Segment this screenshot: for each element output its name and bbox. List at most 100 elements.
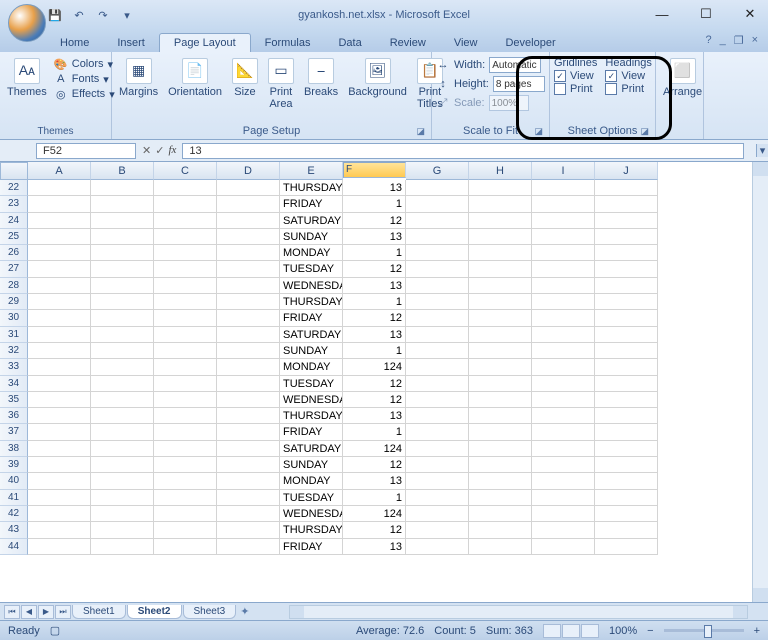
cell[interactable] (532, 424, 595, 440)
cell[interactable] (469, 294, 532, 310)
tab-data[interactable]: Data (324, 34, 375, 52)
cell[interactable] (217, 196, 280, 212)
cell[interactable]: 1 (343, 245, 406, 261)
cell[interactable] (406, 539, 469, 555)
cell[interactable]: THURSDAY (280, 408, 343, 424)
close-button[interactable]: ✕ (740, 4, 760, 24)
row-header[interactable]: 34 (0, 376, 28, 392)
page-layout-view-button[interactable] (562, 624, 580, 638)
cell[interactable] (154, 376, 217, 392)
cell[interactable] (91, 539, 154, 555)
cell[interactable] (406, 229, 469, 245)
tab-developer[interactable]: Developer (491, 34, 569, 52)
cell[interactable] (532, 359, 595, 375)
cell[interactable] (595, 539, 658, 555)
row-header[interactable]: 42 (0, 506, 28, 522)
cell[interactable] (469, 229, 532, 245)
cell[interactable] (217, 473, 280, 489)
cell[interactable]: 124 (343, 506, 406, 522)
cell[interactable] (91, 327, 154, 343)
cell[interactable] (406, 522, 469, 538)
cell[interactable] (28, 539, 91, 555)
row-header[interactable]: 39 (0, 457, 28, 473)
cell[interactable] (217, 490, 280, 506)
cell[interactable] (532, 294, 595, 310)
row-header[interactable]: 25 (0, 229, 28, 245)
cell[interactable] (595, 213, 658, 229)
row-header[interactable]: 26 (0, 245, 28, 261)
cell[interactable] (154, 213, 217, 229)
cell[interactable] (217, 343, 280, 359)
redo-icon[interactable]: ↷ (94, 6, 112, 24)
maximize-button[interactable]: ☐ (696, 4, 716, 24)
cell[interactable] (469, 261, 532, 277)
cell[interactable] (217, 229, 280, 245)
cell[interactable] (595, 441, 658, 457)
cell[interactable]: 12 (343, 392, 406, 408)
cell[interactable] (28, 229, 91, 245)
cell[interactable] (28, 343, 91, 359)
cell[interactable]: SUNDAY (280, 229, 343, 245)
cell[interactable]: 1 (343, 196, 406, 212)
row-header[interactable]: 40 (0, 473, 28, 489)
cell[interactable] (91, 278, 154, 294)
cell[interactable] (217, 441, 280, 457)
save-icon[interactable]: 💾 (46, 6, 64, 24)
cell[interactable] (469, 408, 532, 424)
cell[interactable] (469, 213, 532, 229)
cell[interactable]: 13 (343, 327, 406, 343)
cell[interactable] (595, 392, 658, 408)
zoom-level[interactable]: 100% (609, 625, 637, 637)
cell[interactable]: SUNDAY (280, 457, 343, 473)
cell[interactable]: 1 (343, 424, 406, 440)
cell[interactable] (91, 196, 154, 212)
cell[interactable] (154, 294, 217, 310)
cell[interactable] (406, 278, 469, 294)
cell[interactable] (28, 261, 91, 277)
row-header[interactable]: 28 (0, 278, 28, 294)
cell[interactable]: 12 (343, 213, 406, 229)
themes-button[interactable]: Aᴀ Themes (4, 56, 50, 100)
cell[interactable] (406, 180, 469, 196)
column-header-d[interactable]: D (217, 162, 280, 180)
cell[interactable] (91, 245, 154, 261)
cell[interactable] (406, 506, 469, 522)
cell[interactable]: 13 (343, 229, 406, 245)
cell[interactable] (532, 441, 595, 457)
cell[interactable] (91, 408, 154, 424)
cell[interactable]: MONDAY (280, 473, 343, 489)
office-button[interactable] (8, 4, 46, 42)
cell[interactable] (154, 261, 217, 277)
gridlines-print-checkbox[interactable] (554, 83, 566, 95)
cell[interactable] (469, 278, 532, 294)
cell[interactable] (217, 408, 280, 424)
cell[interactable] (469, 196, 532, 212)
cell[interactable] (532, 376, 595, 392)
cell[interactable] (28, 408, 91, 424)
scale-launcher-icon[interactable]: ◪ (534, 126, 543, 137)
cell[interactable] (91, 213, 154, 229)
cell[interactable] (532, 522, 595, 538)
cell[interactable]: MONDAY (280, 245, 343, 261)
cell[interactable] (532, 278, 595, 294)
cell[interactable] (406, 327, 469, 343)
cell[interactable]: SATURDAY (280, 213, 343, 229)
column-header-i[interactable]: I (532, 162, 595, 180)
cell[interactable]: 13 (343, 539, 406, 555)
doc-close-icon[interactable]: × (752, 34, 758, 47)
cell[interactable]: WEDNESDAY (280, 506, 343, 522)
cell[interactable] (532, 327, 595, 343)
cell[interactable]: MONDAY (280, 359, 343, 375)
cell[interactable] (217, 245, 280, 261)
column-header-c[interactable]: C (154, 162, 217, 180)
cell[interactable]: FRIDAY (280, 196, 343, 212)
cell[interactable] (91, 441, 154, 457)
cell[interactable] (28, 327, 91, 343)
cell[interactable] (406, 457, 469, 473)
cell[interactable] (595, 343, 658, 359)
fonts-button[interactable]: AFonts ▾ (54, 72, 115, 86)
zoom-in-button[interactable]: + (754, 625, 760, 637)
row-header[interactable]: 43 (0, 522, 28, 538)
cell[interactable]: FRIDAY (280, 539, 343, 555)
undo-icon[interactable]: ↶ (70, 6, 88, 24)
